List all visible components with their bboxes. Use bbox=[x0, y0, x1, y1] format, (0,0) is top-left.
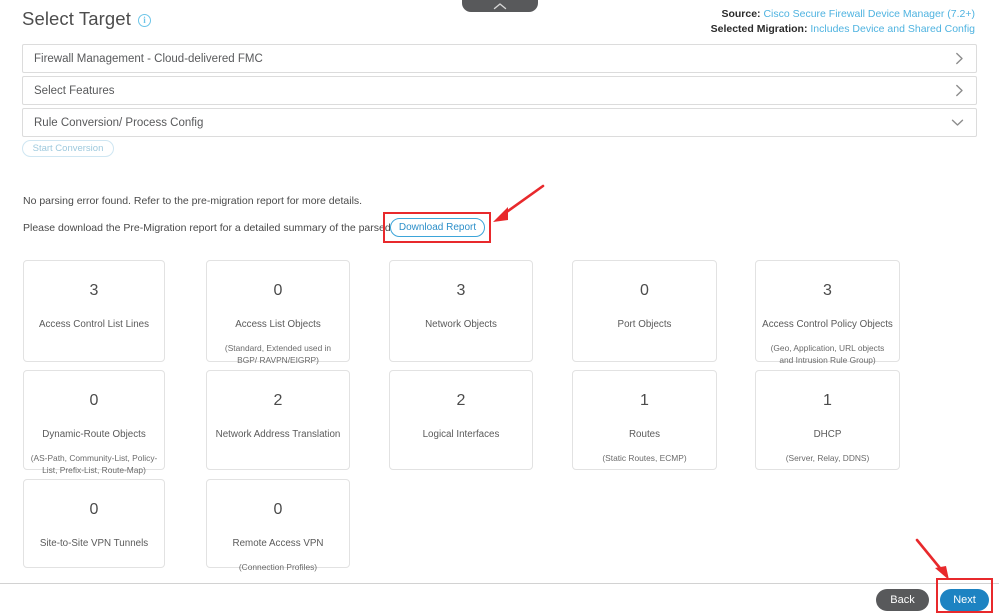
footer-divider bbox=[0, 583, 999, 584]
card-label: Logical Interfaces bbox=[422, 429, 500, 440]
card-label: Port Objects bbox=[617, 319, 672, 330]
card-label: Access List Objects bbox=[235, 319, 321, 330]
card-remote-access-vpn[interactable]: 0 Remote Access VPN (Connection Profiles… bbox=[206, 479, 350, 572]
card-value: 0 bbox=[89, 501, 99, 518]
card-value: 1 bbox=[823, 392, 832, 409]
card-routes[interactable]: 1 Routes (Static Routes, ECMP) bbox=[572, 370, 717, 470]
card-label: Network Address Translation bbox=[215, 429, 341, 440]
card-value: 0 bbox=[273, 282, 283, 299]
card-site-to-site-vpn-tunnels[interactable]: 0 Site-to-Site VPN Tunnels bbox=[23, 479, 165, 568]
card-network-objects[interactable]: 3 Network Objects bbox=[389, 260, 533, 362]
card-value: 3 bbox=[456, 282, 466, 299]
card-label: Access Control Policy Objects bbox=[762, 319, 893, 330]
back-button[interactable]: Back bbox=[876, 589, 929, 611]
card-label: Site-to-Site VPN Tunnels bbox=[39, 538, 149, 549]
card-value: 0 bbox=[640, 282, 649, 299]
card-label: Remote Access VPN bbox=[232, 538, 324, 549]
card-access-list-objects[interactable]: 0 Access List Objects (Standard, Extende… bbox=[206, 260, 350, 365]
card-sublabel: (AS-Path, Community-List, Policy-List, P… bbox=[30, 453, 158, 475]
card-label: Access Control List Lines bbox=[39, 319, 149, 330]
card-port-objects[interactable]: 0 Port Objects bbox=[572, 260, 717, 362]
card-sublabel: (Static Routes, ECMP) bbox=[602, 453, 687, 463]
card-access-control-list-lines[interactable]: 3 Access Control List Lines bbox=[23, 260, 165, 362]
card-sublabel: (Connection Profiles) bbox=[238, 562, 318, 572]
card-network-address-translation[interactable]: 2 Network Address Translation bbox=[206, 370, 350, 470]
card-value: 3 bbox=[823, 282, 832, 299]
select-target-page: Source: Cisco Secure Firewall Device Man… bbox=[0, 0, 999, 615]
card-logical-interfaces[interactable]: 2 Logical Interfaces bbox=[389, 370, 533, 470]
card-sublabel: (Standard, Extended used in BGP/ RAVPN/E… bbox=[224, 343, 332, 365]
card-label: Network Objects bbox=[425, 319, 497, 330]
card-value: 3 bbox=[89, 282, 99, 299]
card-dhcp[interactable]: 1 DHCP (Server, Relay, DDNS) bbox=[755, 370, 900, 470]
card-label: Routes bbox=[628, 429, 661, 440]
card-sublabel: (Geo, Application, URL objects and Intru… bbox=[770, 343, 885, 365]
card-label: Dynamic-Route Objects bbox=[42, 429, 146, 440]
annotation-box-next bbox=[936, 578, 993, 613]
card-dynamic-route-objects[interactable]: 0 Dynamic-Route Objects (AS-Path, Commun… bbox=[23, 370, 165, 475]
card-value: 2 bbox=[273, 392, 283, 409]
card-label: DHCP bbox=[813, 429, 842, 440]
card-value: 1 bbox=[640, 392, 649, 409]
card-sublabel: (Server, Relay, DDNS) bbox=[785, 453, 870, 463]
card-value: 0 bbox=[89, 392, 99, 409]
summary-cards: 3 Access Control List Lines 0 Access Lis… bbox=[0, 0, 999, 615]
card-value: 2 bbox=[456, 392, 466, 409]
card-access-control-policy-objects[interactable]: 3 Access Control Policy Objects (Geo, Ap… bbox=[755, 260, 900, 365]
card-value: 0 bbox=[273, 501, 283, 518]
